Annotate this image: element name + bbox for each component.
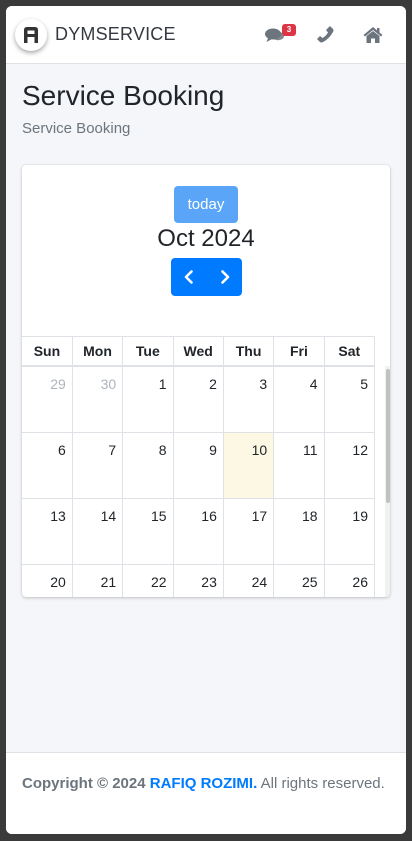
calendar-week-row: 29 30 1 2 3 4 5 [22,365,376,433]
calendar-day-cell[interactable]: 29 [22,365,73,433]
app-frame: DYMSERVICE 3 Service Booking Service Boo… [6,6,406,834]
calendar-day-cell[interactable]: 24 [222,564,275,597]
calendar-day-cell[interactable]: 3 [222,365,275,433]
calendar-day-cell[interactable]: 11 [273,432,325,499]
day-number: 22 [150,574,167,590]
today-button[interactable]: today [174,186,238,223]
calendar-day-cell[interactable]: 12 [323,432,376,499]
calendar-nav-group [171,258,242,296]
author-link[interactable]: RAFIQ ROZIMI. [150,775,258,792]
day-number: 12 [352,442,368,458]
day-number: 23 [201,574,217,590]
breadcrumb: Service Booking [22,120,131,137]
calendar-day-cell[interactable]: 18 [273,498,325,565]
calendar-day-cell[interactable]: 16 [172,498,224,565]
calendar-day-cell[interactable]: 30 [71,365,124,433]
footer-text: Copyright © 2024 RAFIQ ROZIMI. All right… [22,775,385,792]
calendar-day-cell[interactable]: 1 [122,365,174,433]
weekday-header: Fri [273,336,325,367]
calendar-day-cell-today[interactable]: 10 [222,432,275,499]
chevron-left-icon [184,270,193,284]
day-number: 1 [158,376,167,392]
phone-icon[interactable] [314,24,336,46]
day-number: 9 [209,442,217,458]
day-number: 29 [50,376,66,392]
calendar-week-row: 13 14 15 16 17 18 19 [22,498,376,565]
footer: Copyright © 2024 RAFIQ ROZIMI. All right… [6,752,406,834]
notification-badge: 3 [282,24,296,36]
rights-text: All rights reserved. [260,775,385,792]
day-number: 18 [301,508,318,524]
weekday-header: Wed [172,336,224,367]
day-number: 21 [100,574,117,590]
logo-icon[interactable] [15,19,47,51]
calendar-day-cell[interactable]: 4 [273,365,325,433]
calendar-week-row: 20 21 22 23 24 25 26 [22,564,376,597]
calendar-day-cell[interactable]: 6 [22,432,73,499]
calendar-week-row: 6 7 8 9 10 11 12 [22,432,376,499]
day-number: 4 [309,376,318,392]
day-number: 25 [301,574,318,590]
calendar-day-cell[interactable]: 19 [323,498,376,565]
day-number: 15 [150,508,167,524]
day-number: 10 [251,442,268,458]
day-number: 30 [100,376,117,392]
calendar-day-cell[interactable]: 21 [71,564,124,597]
home-icon[interactable] [362,24,384,46]
day-number: 14 [100,508,117,524]
prev-month-button[interactable] [171,258,206,296]
calendar-day-cell[interactable]: 17 [222,498,275,565]
calendar-day-cell[interactable]: 22 [122,564,174,597]
day-number: 24 [251,574,268,590]
day-number: 7 [108,442,117,458]
weekday-header: Mon [71,336,124,367]
calendar-grid: Sun Mon Tue Wed Thu Fri Sat 29 30 1 2 3 … [22,336,376,597]
day-number: 2 [209,376,217,392]
chevron-right-icon [221,270,230,284]
navbar: DYMSERVICE 3 [6,6,406,64]
calendar-day-cell[interactable]: 2 [172,365,224,433]
calendar-day-cell[interactable]: 26 [323,564,376,597]
calendar-day-cell[interactable]: 9 [172,432,224,499]
calendar-day-cell[interactable]: 14 [71,498,124,565]
weekday-header: Sun [22,336,73,367]
calendar-day-cell[interactable]: 8 [122,432,174,499]
day-number: 16 [201,508,217,524]
weekday-header: Tue [122,336,174,367]
day-number: 3 [259,376,268,392]
calendar-day-cell[interactable]: 23 [172,564,224,597]
day-number: 19 [352,508,368,524]
day-number: 20 [50,574,66,590]
copyright-label: Copyright © 2024 [22,775,146,792]
brand-name[interactable]: DYMSERVICE [55,24,176,45]
day-number: 11 [303,442,318,458]
calendar-card: today Oct 2024 Sun Mon Tue Wed Thu Fri S… [22,165,390,597]
calendar-day-cell[interactable]: 25 [273,564,325,597]
weekday-header: Sat [323,336,376,367]
day-number: 26 [352,574,368,590]
day-number: 8 [158,442,167,458]
calendar-scrollbar-thumb[interactable] [386,369,390,503]
calendar-day-cell[interactable]: 7 [71,432,124,499]
calendar-month-title: Oct 2024 [157,225,255,252]
weekday-header: Thu [222,336,275,367]
calendar-day-cell[interactable]: 5 [323,365,376,433]
calendar-day-cell[interactable]: 15 [122,498,174,565]
calendar-day-cell[interactable]: 13 [22,498,73,565]
next-month-button[interactable] [207,258,242,296]
day-number: 17 [251,508,268,524]
page-title: Service Booking [22,80,225,111]
day-number: 5 [360,376,368,392]
weekday-header-row: Sun Mon Tue Wed Thu Fri Sat [22,336,376,367]
calendar-day-cell[interactable]: 20 [22,564,73,597]
day-number: 13 [50,508,66,524]
day-number: 6 [58,442,66,458]
